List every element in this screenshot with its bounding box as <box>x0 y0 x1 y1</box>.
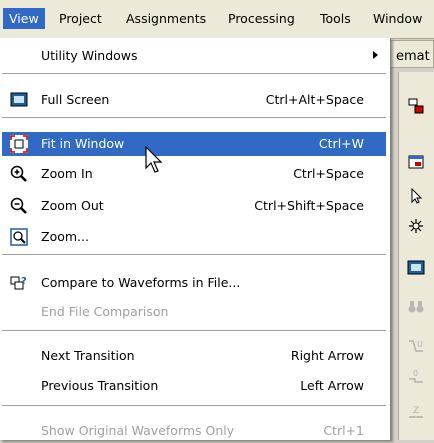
menu-item-label: Previous Transition <box>41 378 159 393</box>
menu-item-zoom-in[interactable]: Zoom In Ctrl+Space <box>2 162 386 186</box>
toolbar-node-finder-icon[interactable] <box>404 214 428 238</box>
menu-separator <box>2 254 386 255</box>
menubar-project[interactable]: Project <box>53 8 108 29</box>
menu-item-end-file-comparison: End File Comparison <box>2 300 386 324</box>
menu-item-label: Zoom Out <box>41 198 104 213</box>
menubar-processing[interactable]: Processing <box>222 8 301 29</box>
menu-item-shortcut: Ctrl+Shift+Space <box>254 198 364 213</box>
menu-item-shortcut: Ctrl+Space <box>293 166 364 181</box>
toolbar-pointer-icon[interactable] <box>404 184 428 208</box>
menu-separator <box>2 405 386 406</box>
behind-partial-text: emat <box>396 49 430 64</box>
svg-text:?: ? <box>21 276 27 287</box>
menu-bar: View Project Assignments Processing Tool… <box>0 0 434 39</box>
menubar-tools[interactable]: Tools <box>314 8 357 29</box>
toolbar-window-icon[interactable] <box>404 150 428 174</box>
menu-item-fit-in-window[interactable]: Fit in Window Ctrl+W <box>2 132 386 156</box>
toolbar-hierarchy-icon[interactable] <box>404 94 428 118</box>
menu-item-label: Full Screen <box>41 92 110 107</box>
menu-item-show-original-waveforms: Show Original Waveforms Only Ctrl+1 <box>2 419 386 443</box>
menu-item-label: Compare to Waveforms in File... <box>41 275 241 290</box>
menu-item-label: Next Transition <box>41 348 135 363</box>
menu-item-label: Zoom In <box>41 166 93 181</box>
menu-item-shortcut: Right Arrow <box>290 348 364 363</box>
fit-in-window-icon <box>10 135 28 153</box>
menu-separator <box>2 330 386 331</box>
menu-item-utility-windows[interactable]: Utility Windows <box>2 44 386 68</box>
svg-text:U: U <box>417 340 423 349</box>
menu-item-next-transition[interactable]: Next Transition Right Arrow <box>2 344 386 368</box>
menubar-view[interactable]: View <box>3 8 45 29</box>
zoom-dialog-icon <box>10 228 28 246</box>
svg-text:Z: Z <box>413 406 419 416</box>
menu-item-zoom-out[interactable]: Zoom Out Ctrl+Shift+Space <box>2 194 386 218</box>
menu-separator <box>2 117 386 118</box>
toolbar-binoculars-icon <box>404 294 428 318</box>
menu-item-label: Utility Windows <box>41 48 138 63</box>
compare-waveforms-icon: ? <box>10 274 28 292</box>
menu-item-full-screen[interactable]: Full Screen Ctrl+Alt+Space <box>2 88 386 112</box>
menubar-window[interactable]: Window <box>367 8 428 29</box>
menu-item-shortcut: Ctrl+Alt+Space <box>265 92 364 107</box>
menu-separator <box>2 73 386 74</box>
menu-item-label: Show Original Waveforms Only <box>41 423 235 438</box>
menu-item-zoom-dialog[interactable]: Zoom... <box>2 225 386 249</box>
menu-item-previous-transition[interactable]: Previous Transition Left Arrow <box>2 374 386 398</box>
zoom-out-icon <box>10 197 28 215</box>
zoom-in-icon <box>10 165 28 183</box>
mouse-cursor-icon <box>144 145 166 177</box>
full-screen-icon <box>10 91 28 109</box>
svg-text:0: 0 <box>413 369 418 378</box>
menu-item-shortcut: Ctrl+1 <box>323 423 364 438</box>
menu-item-shortcut: Left Arrow <box>300 378 364 393</box>
menu-item-label: Fit in Window <box>41 136 125 151</box>
toolbar-transition-icon: U <box>404 334 428 358</box>
menubar-assignments[interactable]: Assignments <box>120 8 212 29</box>
toolbar-high-impedance-icon: Z <box>404 400 428 424</box>
menu-item-compare-waveforms[interactable]: ? Compare to Waveforms in File... <box>2 271 386 295</box>
menu-item-shortcut: Ctrl+W <box>318 136 364 151</box>
toolbar-low-level-icon: 0 <box>404 364 428 388</box>
view-menu: Utility Windows Full Screen Ctrl+Alt+Spa… <box>0 38 391 440</box>
submenu-arrow-icon <box>373 51 378 59</box>
menu-item-label: Zoom... <box>41 229 89 244</box>
menu-item-label: End File Comparison <box>41 304 169 319</box>
toolbar-full-screen-icon[interactable] <box>404 256 428 280</box>
